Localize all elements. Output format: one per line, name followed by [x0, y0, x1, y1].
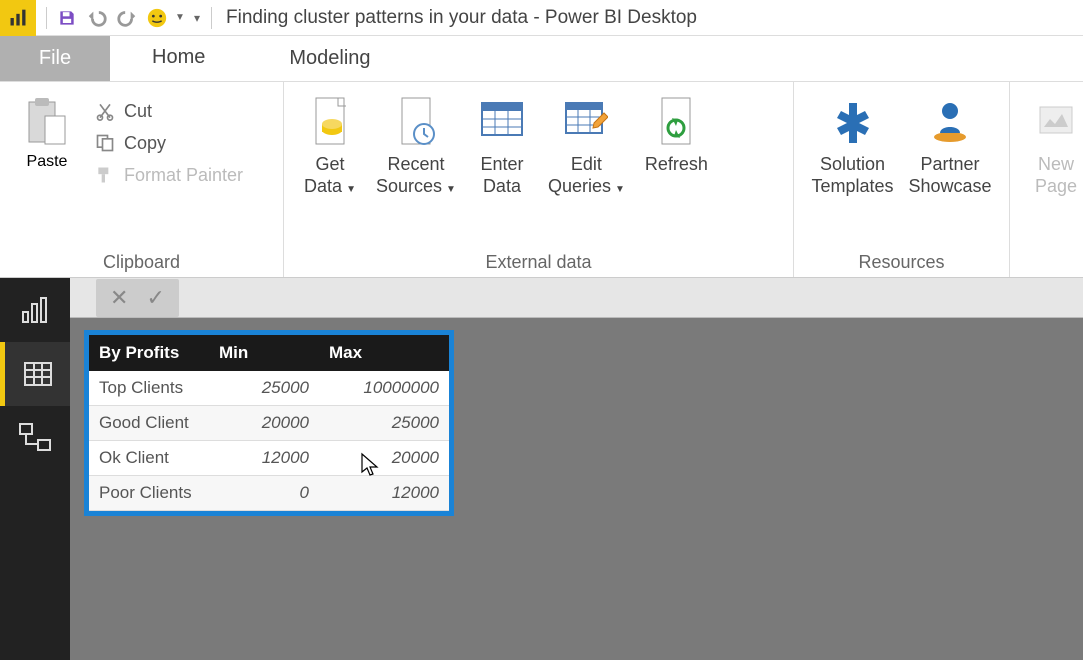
new-page-icon	[1036, 101, 1076, 141]
data-table-visual[interactable]: By Profits Min Max Top Clients2500010000…	[84, 330, 454, 516]
col-by-profits[interactable]: By Profits	[89, 335, 209, 371]
redo-icon	[116, 7, 138, 29]
edit-queries-button[interactable]: Edit Queries▼	[538, 88, 635, 201]
paste-icon	[25, 96, 69, 148]
formula-controls: ✕ ✓	[96, 279, 179, 317]
workspace: ✕ ✓ By Profits Min Max Top Clients250001…	[0, 278, 1083, 660]
ribbon: Paste Cut Copy Format Painter Clipboard	[0, 82, 1083, 278]
canvas-area: ✕ ✓ By Profits Min Max Top Clients250001…	[70, 278, 1083, 660]
qat-dropdown[interactable]: ▼	[173, 4, 187, 32]
quick-access-toolbar: ▼ ▾	[36, 4, 222, 32]
get-data-icon	[310, 96, 350, 146]
resources-group-label: Resources	[804, 248, 999, 275]
copy-icon	[94, 132, 116, 154]
qat-divider-2	[211, 7, 212, 29]
redo-button[interactable]	[113, 4, 141, 32]
data-view-button[interactable]	[0, 342, 70, 406]
insert-group: New Page	[1010, 82, 1082, 277]
external-data-group: Get Data▼ Recent Sources▼ Enter Data Edi…	[284, 82, 794, 277]
cut-icon	[94, 100, 116, 122]
resources-group: Solution Templates Partner Showcase Reso…	[794, 82, 1010, 277]
refresh-icon	[656, 96, 696, 146]
model-view-icon	[18, 422, 52, 454]
col-max[interactable]: Max	[319, 335, 449, 371]
paste-button[interactable]: Paste	[10, 88, 84, 171]
qat-customize[interactable]: ▾	[189, 4, 205, 32]
formula-commit-icon[interactable]: ✓	[146, 285, 164, 311]
get-data-button[interactable]: Get Data▼	[294, 88, 366, 201]
enter-data-icon	[480, 99, 524, 143]
formula-cancel-icon[interactable]: ✕	[110, 285, 128, 311]
recent-sources-button[interactable]: Recent Sources▼	[366, 88, 466, 201]
cell-max[interactable]: 25000	[319, 406, 449, 441]
recent-sources-icon	[396, 96, 436, 146]
cut-label: Cut	[124, 101, 152, 122]
qat-divider	[46, 7, 47, 29]
cell-min[interactable]: 25000	[209, 371, 319, 406]
window-title: Finding cluster patterns in your data - …	[222, 7, 697, 29]
modeling-tab[interactable]: Modeling	[247, 36, 412, 81]
ribbon-tabs: File Home Modeling	[0, 36, 1083, 82]
powerbi-icon	[8, 8, 28, 28]
table-row[interactable]: Top Clients2500010000000	[89, 371, 449, 406]
save-icon	[57, 8, 77, 28]
solution-templates-icon	[831, 99, 875, 143]
external-data-group-label: External data	[294, 248, 783, 275]
title-bar: ▼ ▾ Finding cluster patterns in your dat…	[0, 0, 1083, 36]
enter-data-button[interactable]: Enter Data	[466, 88, 538, 201]
cell-max[interactable]: 12000	[319, 476, 449, 511]
cut-button[interactable]: Cut	[88, 98, 249, 124]
view-rail	[0, 278, 70, 660]
cell-max[interactable]: 10000000	[319, 371, 449, 406]
solution-templates-button[interactable]: Solution Templates	[804, 88, 901, 201]
table-header-row: By Profits Min Max	[89, 335, 449, 371]
copy-label: Copy	[124, 133, 166, 154]
formula-bar[interactable]: ✕ ✓	[70, 278, 1083, 318]
edit-queries-icon	[564, 99, 608, 143]
cell-max[interactable]: 20000	[319, 441, 449, 476]
cell-label[interactable]: Good Client	[89, 406, 209, 441]
undo-icon	[86, 7, 108, 29]
format-painter-icon	[94, 164, 116, 186]
clipboard-group-label: Clipboard	[10, 248, 273, 275]
table-row[interactable]: Good Client2000025000	[89, 406, 449, 441]
report-view-button[interactable]	[0, 278, 70, 342]
undo-button[interactable]	[83, 4, 111, 32]
col-min[interactable]: Min	[209, 335, 319, 371]
cell-label[interactable]: Ok Client	[89, 441, 209, 476]
cell-label[interactable]: Poor Clients	[89, 476, 209, 511]
cell-min[interactable]: 20000	[209, 406, 319, 441]
smiley-button[interactable]	[143, 4, 171, 32]
cell-min[interactable]: 0	[209, 476, 319, 511]
paste-label: Paste	[27, 153, 68, 171]
partner-showcase-button[interactable]: Partner Showcase	[901, 88, 999, 201]
file-tab[interactable]: File	[0, 36, 110, 81]
report-view-icon	[19, 294, 51, 326]
copy-button[interactable]: Copy	[88, 130, 249, 156]
home-tab[interactable]: Home	[110, 36, 247, 81]
refresh-button[interactable]: Refresh	[635, 88, 718, 201]
table-row[interactable]: Poor Clients012000	[89, 476, 449, 511]
data-view-icon	[22, 358, 54, 390]
save-button[interactable]	[53, 4, 81, 32]
model-view-button[interactable]	[0, 406, 70, 470]
smiley-icon	[146, 7, 168, 29]
partner-showcase-icon	[928, 99, 972, 143]
data-canvas[interactable]: By Profits Min Max Top Clients2500010000…	[70, 318, 1083, 660]
new-page-button[interactable]: New Page	[1020, 88, 1082, 201]
format-painter-label: Format Painter	[124, 165, 243, 186]
format-painter-button[interactable]: Format Painter	[88, 162, 249, 188]
cell-min[interactable]: 12000	[209, 441, 319, 476]
app-logo	[0, 0, 36, 36]
table-row[interactable]: Ok Client1200020000	[89, 441, 449, 476]
cell-label[interactable]: Top Clients	[89, 371, 209, 406]
clipboard-group: Paste Cut Copy Format Painter Clipboard	[0, 82, 284, 277]
